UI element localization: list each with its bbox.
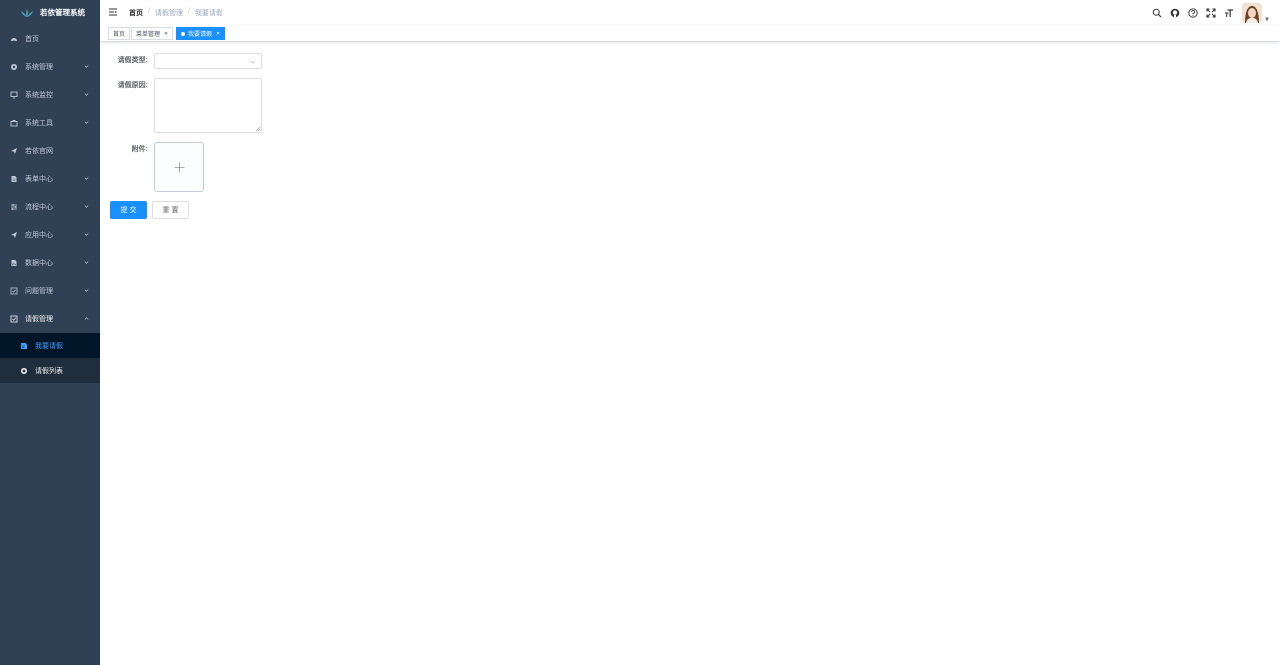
breadcrumb-separator: /: [187, 8, 190, 15]
chevron-down-icon: [250, 60, 256, 64]
active-dot: [181, 31, 185, 36]
close-icon[interactable]: ✕: [216, 31, 220, 37]
sidebar-item-data-center[interactable]: 数据中心: [0, 249, 100, 277]
attachment-upload[interactable]: [154, 142, 204, 192]
dashboard-icon: [9, 35, 18, 44]
tag-label: 我要请假: [188, 32, 213, 38]
breadcrumb: 首页 / 请假管理 / 我要请假: [129, 8, 223, 18]
form-icon: [9, 175, 18, 184]
sidebar-subitem-leave-list[interactable]: 请假列表: [0, 358, 100, 383]
leave-submenu: 我要请假 请假列表: [0, 333, 100, 383]
sidebar-item-app-center[interactable]: 应用中心: [0, 221, 100, 249]
chevron-down-icon: [84, 121, 89, 124]
tag-menu-management[interactable]: 菜单管理 ✕: [131, 27, 174, 40]
paper-plane-icon: [9, 147, 18, 156]
hamburger-icon[interactable]: [108, 7, 118, 17]
sidebar-item-label: 首页: [25, 36, 39, 43]
sidebar-item-issues[interactable]: 问题管理: [0, 277, 100, 305]
tags-view: 首页 菜单管理 ✕ 我要请假 ✕: [100, 25, 1280, 42]
sidebar-item-monitor[interactable]: 系统监控: [0, 81, 100, 109]
chevron-down-icon: [84, 205, 89, 208]
chevron-down-icon: [84, 233, 89, 236]
tag-home[interactable]: 首页: [108, 27, 131, 40]
breadcrumb-item-home[interactable]: 首页: [129, 8, 143, 18]
fullscreen-icon[interactable]: [1205, 7, 1216, 18]
chevron-up-icon: [84, 317, 89, 320]
toolbox-icon: [9, 119, 18, 128]
chevron-down-icon: [84, 177, 89, 180]
font-size-icon[interactable]: [1223, 7, 1234, 18]
gear-icon: [9, 63, 18, 72]
checkbox-icon: [9, 287, 18, 296]
form-row-reason: 请假原因:: [100, 78, 262, 133]
submit-button-label: 提 交: [120, 207, 137, 214]
paper-plane-icon: [9, 231, 18, 240]
sidebar-item-label: 请假管理: [25, 316, 53, 323]
sidebar-item-label: 数据中心: [25, 260, 53, 267]
caret-down-icon: ▼: [1264, 16, 1270, 23]
app-title: 若依管理系统: [40, 8, 85, 17]
reset-button-label: 重 置: [162, 207, 179, 214]
sidebar-item-label: 流程中心: [25, 204, 53, 211]
close-icon[interactable]: ✕: [164, 31, 168, 37]
breadcrumb-separator: /: [148, 8, 150, 15]
sidebar-item-label: 系统工具: [25, 120, 53, 127]
navbar: 首页 / 请假管理 / 我要请假 ▼: [100, 0, 1280, 25]
reset-button[interactable]: 重 置: [152, 201, 189, 219]
main-content: 请假类型: 请假原因: 附件: 提 交 重 置: [100, 42, 1280, 665]
sidebar-item-home[interactable]: 首页: [0, 25, 100, 53]
leave-reason-textarea[interactable]: [154, 78, 262, 133]
logo-icon: [21, 8, 33, 17]
navbar-right-menu: ▼: [1151, 0, 1280, 25]
breadcrumb-item-current: 我要请假: [194, 10, 223, 17]
sidebar-item-label: 表单中心: [25, 176, 53, 183]
sidebar-item-label: 系统监控: [25, 92, 53, 99]
app-root: 若依管理系统 首页 系统管理 系统监控 系统工具 若依官网 表单中心 流程中心 …: [0, 0, 1280, 665]
sidebar-item-tools[interactable]: 系统工具: [0, 109, 100, 137]
sidebar: 若依管理系统 首页 系统管理 系统监控 系统工具 若依官网 表单中心 流程中心 …: [0, 0, 100, 665]
sidebar-menu: 首页 系统管理 系统监控 系统工具 若依官网 表单中心 流程中心 应用中心 数据…: [0, 25, 100, 383]
sidebar-item-website[interactable]: 若依官网: [0, 137, 100, 165]
chevron-down-icon: [84, 93, 89, 96]
breadcrumb-item-leave: 请假管理: [154, 10, 183, 17]
sidebar-item-label: 若依官网: [25, 148, 53, 155]
sidebar-item-label: 系统管理: [25, 64, 53, 71]
user-avatar-dropdown[interactable]: ▼: [1242, 2, 1270, 23]
leave-reason-label: 请假原因:: [117, 82, 148, 89]
github-icon[interactable]: [1169, 7, 1180, 18]
sidebar-item-flow-center[interactable]: 流程中心: [0, 193, 100, 221]
question-icon[interactable]: [1187, 7, 1198, 18]
chevron-down-icon: [84, 65, 89, 68]
chevron-down-icon: [84, 261, 89, 264]
plus-icon: [174, 162, 184, 172]
submit-button[interactable]: 提 交: [110, 201, 147, 219]
search-icon[interactable]: [1151, 7, 1162, 18]
sidebar-item-label: 应用中心: [25, 232, 53, 239]
form-row-type: 请假类型:: [100, 53, 262, 69]
tag-apply-leave[interactable]: 我要请假 ✕: [176, 27, 226, 40]
gear-icon: [19, 366, 28, 375]
leave-type-label: 请假类型:: [117, 57, 148, 64]
edit-doc-icon: [19, 341, 28, 350]
sidebar-item-system[interactable]: 系统管理: [0, 53, 100, 81]
leave-type-select[interactable]: [154, 53, 262, 69]
checkbox-icon: [9, 315, 18, 324]
form-row-attachment: 附件:: [100, 142, 204, 192]
sidebar-subitem-label: 我要请假: [35, 342, 63, 350]
sidebar-item-label: 问题管理: [25, 288, 53, 295]
chevron-down-icon: [84, 289, 89, 292]
resize-grip-icon[interactable]: [255, 126, 260, 131]
monitor-icon: [9, 91, 18, 100]
logo[interactable]: 若依管理系统: [0, 0, 100, 25]
avatar: [1242, 2, 1263, 23]
sidebar-item-leave[interactable]: 请假管理: [0, 305, 100, 333]
attachment-label: 附件:: [131, 146, 148, 153]
tag-label: 菜单管理: [136, 32, 161, 38]
data-icon: [9, 259, 18, 268]
sidebar-item-form-center[interactable]: 表单中心: [0, 165, 100, 193]
sidebar-subitem-apply-leave[interactable]: 我要请假: [0, 333, 100, 358]
tag-label: 首页: [113, 32, 126, 38]
sidebar-subitem-label: 请假列表: [35, 367, 63, 375]
flow-icon: [9, 203, 18, 212]
